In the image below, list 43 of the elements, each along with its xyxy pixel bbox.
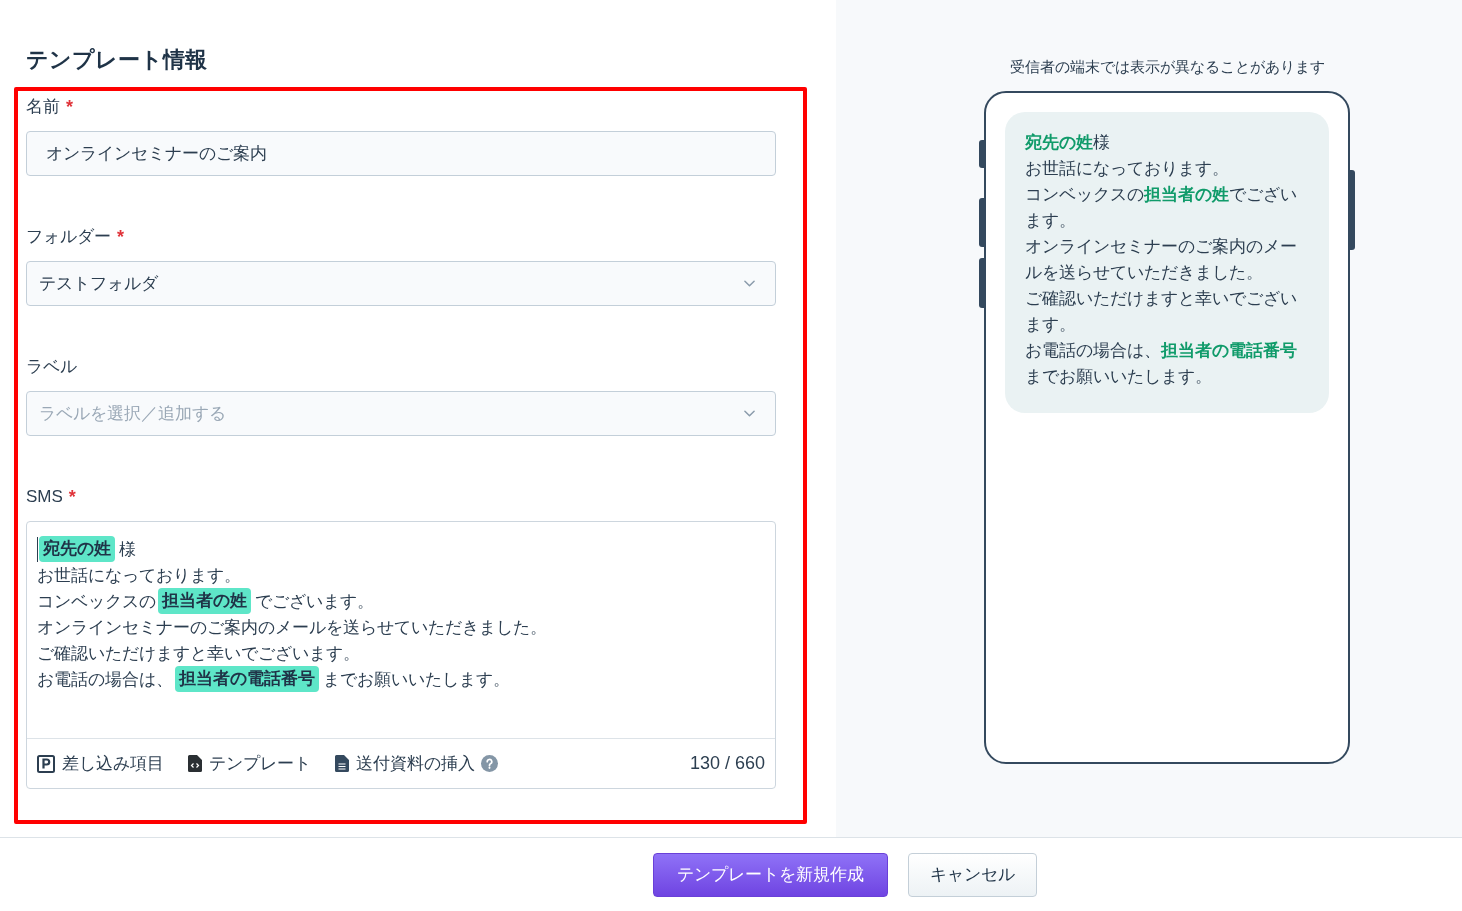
select-field[interactable]: テストフォルダ <box>26 261 776 306</box>
message-line: お世話になっております。 <box>1025 158 1230 180</box>
field-label: SMS <box>26 487 63 507</box>
message-text: お世話になっております。 <box>37 564 241 587</box>
message-text: オンラインセミナーのご案内のメールを送らせていただきました。 <box>37 616 547 639</box>
field-label: 名前 <box>26 97 60 117</box>
merge-tag: 宛先の姓 <box>39 536 115 562</box>
required-mark: * <box>66 97 73 117</box>
toolbar-button[interactable]: 差し込み項目 <box>37 752 164 775</box>
p-square-icon <box>37 754 55 773</box>
create-button[interactable]: テンプレートを新規作成 <box>653 852 888 897</box>
document-icon <box>335 755 349 772</box>
message-line: コンベックスの担当者の姓でございます。 <box>1025 184 1298 232</box>
merge-tag: 担当者の姓 <box>158 588 251 614</box>
message-text: 様 <box>119 538 136 561</box>
chevron-down-icon <box>744 410 755 417</box>
cancel-button[interactable]: キャンセル <box>908 852 1037 897</box>
sms-text-area[interactable]: 宛先の姓 様 お世話になっております。 コンベックスの 担当者の姓 でございます。 オンラインセミナーのご案内のメールを送らせていただきました。 ご確認いただけますと幸いでございます。 お電話の場合は、 担当者の電話番号 までお願いいたします。 <box>27 522 775 738</box>
toolbar-button[interactable]: テンプレート <box>188 752 311 775</box>
name-input[interactable]: オンラインセミナーのご案内 <box>26 131 776 176</box>
section-title: テンプレート情報 <box>26 47 208 73</box>
merge-tag: 担当者の電話番号 <box>175 666 319 692</box>
message-line: ご確認いただけますと幸いでございます。 <box>1025 288 1298 336</box>
character-counter: 130 / 660 <box>689 753 765 774</box>
help-icon[interactable] <box>481 755 498 772</box>
required-mark: * <box>68 487 76 507</box>
toolbar-button[interactable]: 送付資料の挿入 <box>335 752 475 775</box>
file-code-icon <box>188 755 202 772</box>
required-mark: * <box>117 227 124 247</box>
message-text: お電話の場合は、 <box>37 668 173 691</box>
select-placeholder: ラベルを選択／追加する <box>39 403 226 425</box>
chevron-down-icon <box>744 280 755 287</box>
preview-notice: 受信者の端末では表示が異なることがあります <box>1009 57 1325 77</box>
message-text: コンベックスの <box>37 590 156 613</box>
message-line: 宛先の姓様 <box>1025 132 1111 154</box>
message-text: でございます。 <box>255 590 374 613</box>
message-line: お電話の場合は、担当者の電話番号 までお願いいたします。 <box>1025 340 1298 388</box>
message-text: までお願いいたします。 <box>323 668 510 691</box>
field-label: ラベル <box>26 357 77 377</box>
field-label: フォルダー <box>26 227 111 247</box>
message-line: オンラインセミナーのご案内のメールを送らせていただきました。 <box>1025 236 1298 284</box>
message-text: ご確認いただけますと幸いでございます。 <box>37 642 360 665</box>
select-value: テストフォルダ <box>39 273 158 295</box>
